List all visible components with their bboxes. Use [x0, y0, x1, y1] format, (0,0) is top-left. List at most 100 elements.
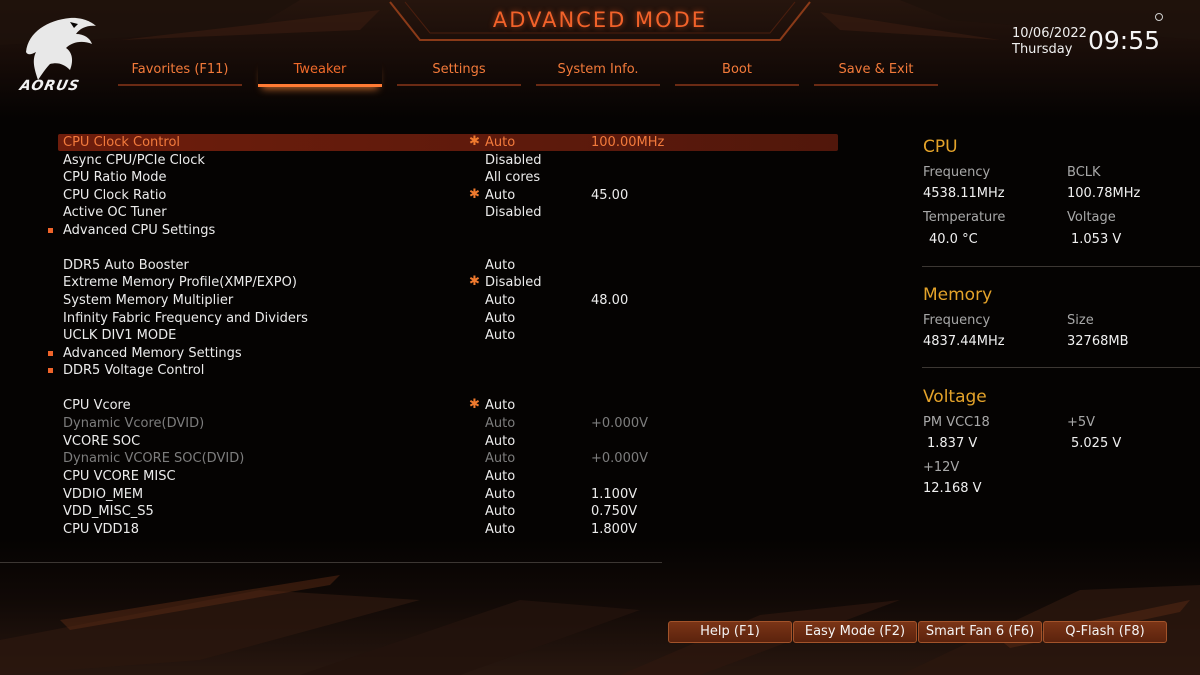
setting-value: Auto — [485, 293, 516, 308]
setting-value: Disabled — [485, 153, 542, 168]
setting-value-secondary: 1.800V — [591, 522, 638, 537]
smart-fan-button[interactable]: Smart Fan 6 (F6) — [918, 621, 1042, 643]
star-icon: ✱ — [469, 187, 480, 202]
setting-label: CPU Clock Ratio — [63, 188, 167, 203]
setting-cpu-ratio-mode[interactable]: CPU Ratio Mode All cores — [0, 169, 840, 186]
setting-vcore-soc[interactable]: VCORE SOC Auto — [0, 433, 840, 450]
setting-label: DDR5 Auto Booster — [63, 258, 189, 273]
setting-cpu-vcore[interactable]: CPU Vcore ✱ Auto — [0, 397, 840, 414]
setting-infinity-fabric[interactable]: Infinity Fabric Frequency and Dividers A… — [0, 310, 840, 327]
setting-label: CPU VCORE MISC — [63, 469, 176, 484]
submenu-advanced-cpu-settings[interactable]: Advanced CPU Settings — [0, 222, 840, 239]
setting-label: Extreme Memory Profile(XMP/EXPO) — [63, 275, 297, 290]
setting-value: Auto — [485, 504, 516, 519]
setting-async-cpu-pcie-clock[interactable]: Async CPU/PCIe Clock Disabled — [0, 152, 840, 169]
setting-cpu-clock-control[interactable]: CPU Clock Control ✱ Auto 100.00MHz — [0, 134, 840, 151]
pm-vcc18-label: PM VCC18 — [923, 415, 990, 430]
setting-cpu-vcore-misc[interactable]: CPU VCORE MISC Auto — [0, 468, 840, 485]
date-text: 10/06/2022 — [1012, 26, 1087, 41]
setting-value: Auto — [485, 135, 516, 150]
setting-cpu-clock-ratio[interactable]: CPU Clock Ratio ✱ Auto 45.00 — [0, 187, 840, 204]
submenu-bullet-icon — [48, 368, 53, 373]
cpu-bclk-label: BCLK — [1067, 165, 1101, 180]
brand-logo-text: AORUS — [18, 78, 82, 94]
submenu-advanced-memory-settings[interactable]: Advanced Memory Settings — [0, 345, 840, 362]
setting-vddio-mem[interactable]: VDDIO_MEM Auto 1.100V — [0, 486, 840, 503]
setting-value: Auto — [485, 469, 516, 484]
star-icon: ✱ — [469, 134, 480, 149]
setting-value-secondary: 45.00 — [591, 188, 629, 203]
setting-ddr5-auto-booster[interactable]: DDR5 Auto Booster Auto — [0, 257, 840, 274]
setting-active-oc-tuner[interactable]: Active OC Tuner Disabled — [0, 204, 840, 221]
setting-vdd-misc-s5[interactable]: VDD_MISC_S5 Auto 0.750V — [0, 503, 840, 520]
gear-icon[interactable] — [1155, 13, 1163, 21]
setting-label: CPU Clock Control — [63, 135, 181, 150]
setting-uclk-div1-mode[interactable]: UCLK DIV1 MODE Auto — [0, 327, 840, 344]
cpu-voltage-value: 1.053 V — [1071, 232, 1122, 247]
setting-extreme-memory-profile[interactable]: Extreme Memory Profile(XMP/EXPO) ✱ Disab… — [0, 274, 840, 291]
setting-label: DDR5 Voltage Control — [63, 363, 205, 378]
tab-boot[interactable]: Boot — [675, 60, 799, 86]
setting-label: CPU Vcore — [63, 398, 131, 413]
submenu-bullet-icon — [48, 351, 53, 356]
setting-label: Dynamic VCORE SOC(DVID) — [63, 451, 245, 466]
setting-value-secondary: 1.100V — [591, 487, 638, 502]
star-icon: ✱ — [469, 397, 480, 412]
list-divider — [0, 562, 662, 563]
tab-save-exit[interactable]: Save & Exit — [814, 60, 938, 86]
cpu-bclk-value: 100.78MHz — [1067, 186, 1141, 201]
tab-system-info[interactable]: System Info. — [536, 60, 660, 86]
12v-value: 12.168 V — [923, 481, 982, 496]
star-icon: ✱ — [469, 274, 480, 289]
setting-value: Auto — [485, 398, 516, 413]
tab-settings[interactable]: Settings — [397, 60, 521, 86]
cpu-temperature-label: Temperature — [923, 210, 1006, 225]
setting-value: Disabled — [485, 205, 542, 220]
setting-dynamic-vcore-soc: Dynamic VCORE SOC(DVID) Auto +0.000V — [0, 450, 840, 467]
setting-value-secondary: 100.00MHz — [591, 135, 665, 150]
clock: 09:55 — [1088, 26, 1161, 55]
cpu-temperature-value: 40.0 °C — [929, 232, 978, 247]
setting-label: System Memory Multiplier — [63, 293, 234, 308]
date-display: 10/06/2022 Thursday — [1012, 26, 1087, 58]
setting-label: Async CPU/PCIe Clock — [63, 153, 205, 168]
setting-value-secondary: 0.750V — [591, 504, 638, 519]
panel-separator — [922, 367, 1200, 368]
setting-value: All cores — [485, 170, 541, 185]
tab-favorites[interactable]: Favorites (F11) — [118, 60, 242, 86]
setting-label: CPU VDD18 — [63, 522, 140, 537]
setting-value: Auto — [485, 434, 516, 449]
setting-label: Infinity Fabric Frequency and Dividers — [63, 311, 308, 326]
setting-value: Auto — [485, 451, 516, 466]
setting-value: Auto — [485, 522, 516, 537]
setting-cpu-vdd18[interactable]: CPU VDD18 Auto 1.800V — [0, 521, 840, 538]
setting-value: Disabled — [485, 275, 542, 290]
setting-label: UCLK DIV1 MODE — [63, 328, 177, 343]
5v-label: +5V — [1067, 415, 1096, 430]
setting-value: Auto — [485, 328, 516, 343]
setting-system-memory-multiplier[interactable]: System Memory Multiplier Auto 48.00 — [0, 292, 840, 309]
q-flash-button[interactable]: Q-Flash (F8) — [1043, 621, 1167, 643]
help-button[interactable]: Help (F1) — [668, 621, 792, 643]
cpu-voltage-label: Voltage — [1067, 210, 1116, 225]
tab-tweaker[interactable]: Tweaker — [258, 60, 382, 87]
panel-separator — [922, 266, 1200, 267]
page-title: ADVANCED MODE — [492, 8, 708, 32]
setting-label: Advanced CPU Settings — [63, 223, 216, 238]
day-text: Thursday — [1012, 42, 1073, 57]
pm-vcc18-value: 1.837 V — [927, 436, 978, 451]
5v-value: 5.025 V — [1071, 436, 1122, 451]
submenu-ddr5-voltage-control[interactable]: DDR5 Voltage Control — [0, 362, 840, 379]
voltage-section-title: Voltage — [923, 387, 987, 407]
memory-frequency-label: Frequency — [923, 313, 991, 328]
cpu-frequency-label: Frequency — [923, 165, 991, 180]
12v-label: +12V — [923, 460, 960, 475]
easy-mode-button[interactable]: Easy Mode (F2) — [793, 621, 917, 643]
setting-value: Auto — [485, 258, 516, 273]
setting-label: Advanced Memory Settings — [63, 346, 242, 361]
memory-section-title: Memory — [923, 285, 993, 305]
setting-label: CPU Ratio Mode — [63, 170, 167, 185]
memory-size-label: Size — [1067, 313, 1094, 328]
setting-value: Auto — [485, 311, 516, 326]
memory-frequency-value: 4837.44MHz — [923, 334, 1005, 349]
